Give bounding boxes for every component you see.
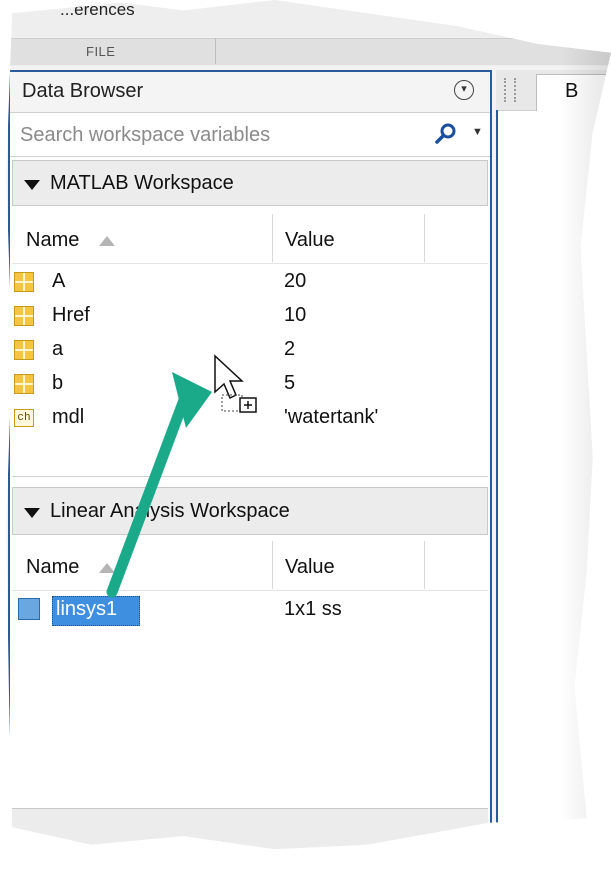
annotation-overlay <box>106 354 257 598</box>
drag-copy-cursor-icon <box>214 354 257 413</box>
drag-arrow-icon <box>106 372 212 598</box>
